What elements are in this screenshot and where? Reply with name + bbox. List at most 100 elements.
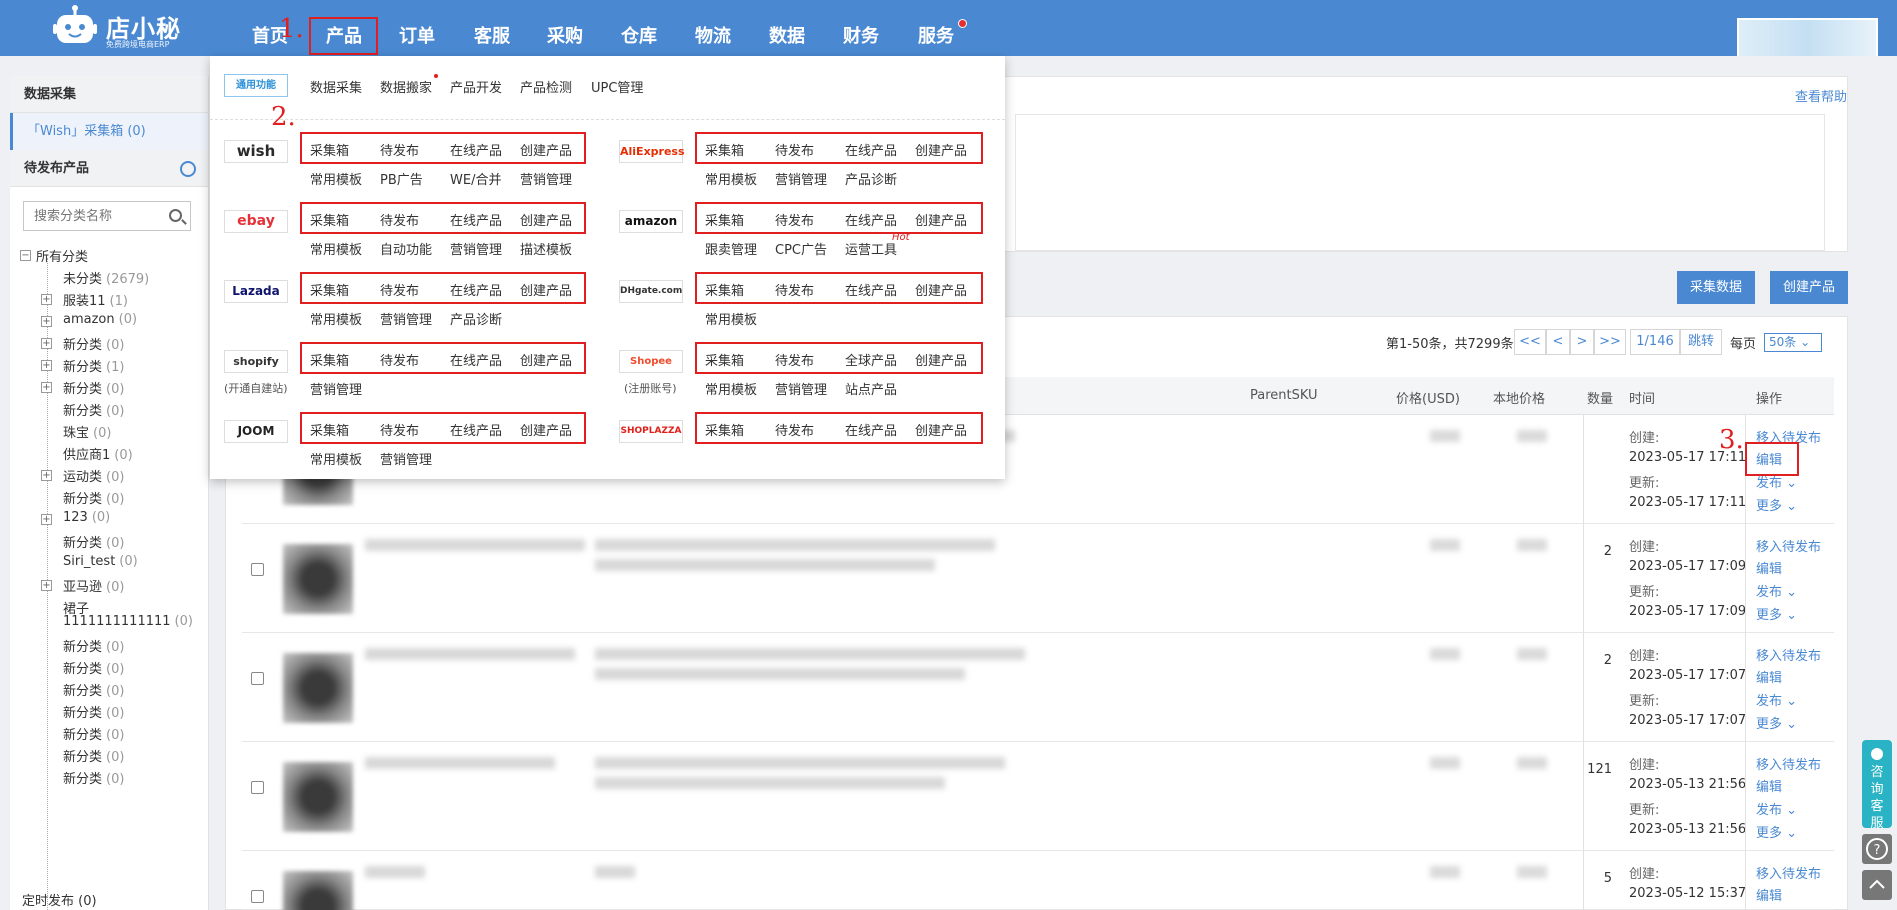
tree-item[interactable]: 新分类 (0): [63, 378, 124, 397]
row-checkbox[interactable]: [251, 672, 264, 685]
platform-main-link[interactable]: 创建产品: [520, 140, 572, 159]
platform-main-link[interactable]: 创建产品: [520, 420, 572, 439]
tree-item[interactable]: 新分类 (0): [63, 724, 124, 743]
row-checkbox[interactable]: [251, 781, 264, 794]
nav-orders[interactable]: 订单: [399, 22, 435, 48]
expand-icon[interactable]: +: [41, 470, 52, 481]
move-to-pending-link[interactable]: 移入待发布: [1756, 863, 1821, 882]
platform-main-link[interactable]: 待发布: [775, 350, 814, 369]
nav-finance[interactable]: 财务: [843, 22, 879, 48]
platform-main-link[interactable]: 采集箱: [310, 350, 349, 369]
platform-main-link[interactable]: 创建产品: [520, 350, 572, 369]
tree-item[interactable]: 珠宝 (0): [63, 422, 111, 441]
platform-sub-link[interactable]: 常用模板: [310, 239, 362, 258]
expand-icon[interactable]: +: [41, 294, 52, 305]
platform-main-link[interactable]: 待发布: [775, 280, 814, 299]
platform-main-link[interactable]: 在线产品: [845, 280, 897, 299]
tree-item[interactable]: 新分类 (0): [63, 400, 124, 419]
platform-sub-link[interactable]: 运营工具: [845, 239, 897, 258]
platform-sub-link[interactable]: PB广告: [380, 169, 423, 188]
tree-item[interactable]: Siri_test (0): [63, 554, 138, 569]
product-thumbnail[interactable]: [283, 653, 353, 723]
tree-item[interactable]: 新分类 (0): [63, 746, 124, 765]
tree-item[interactable]: amazon (0): [63, 312, 137, 327]
platform-sub-link[interactable]: 常用模板: [310, 449, 362, 468]
collect-data-button[interactable]: 采集数据: [1677, 271, 1755, 304]
tree-item[interactable]: 新分类 (0): [63, 680, 124, 699]
per-page-select[interactable]: 50条 ⌄: [1764, 333, 1822, 352]
platform-sub-link[interactable]: WE/合并: [450, 169, 501, 188]
tree-item[interactable]: 服装11 (1): [63, 290, 128, 309]
move-to-pending-link[interactable]: 移入待发布: [1756, 754, 1821, 773]
platform-main-link[interactable]: 创建产品: [520, 280, 572, 299]
expand-icon[interactable]: +: [41, 514, 52, 525]
more-dropdown[interactable]: 更多 ⌄: [1756, 822, 1797, 841]
help-link[interactable]: 查看帮助: [1795, 86, 1847, 105]
tree-item[interactable]: 运动类 (0): [63, 466, 124, 485]
platform-sub-link[interactable]: 跟卖管理: [705, 239, 757, 258]
sidebar-item-wish-collect[interactable]: 「Wish」采集箱 (0): [10, 113, 208, 150]
pager-last[interactable]: >>: [1594, 329, 1626, 355]
platform-sub-link[interactable]: 营销管理: [775, 379, 827, 398]
tree-item[interactable]: 未分类 (2679): [63, 268, 149, 287]
platform-main-link[interactable]: 采集箱: [705, 420, 744, 439]
tree-item[interactable]: 新分类 (0): [63, 334, 124, 353]
tree-item[interactable]: 新分类 (0): [63, 658, 124, 677]
nav-data[interactable]: 数据: [769, 22, 805, 48]
platform-main-link[interactable]: 待发布: [380, 280, 419, 299]
create-product-button[interactable]: 创建产品: [1770, 271, 1848, 304]
more-dropdown[interactable]: 更多 ⌄: [1756, 604, 1797, 623]
nav-service[interactable]: 客服: [474, 22, 510, 48]
platform-main-link[interactable]: 全球产品: [845, 350, 897, 369]
pager-next[interactable]: >: [1570, 329, 1594, 355]
tree-item[interactable]: 123 (0): [63, 510, 110, 525]
pager-prev[interactable]: <: [1546, 329, 1570, 355]
collapse-icon[interactable]: −: [20, 250, 31, 261]
platform-main-link[interactable]: 创建产品: [915, 420, 967, 439]
category-search-input[interactable]: [24, 202, 154, 230]
tree-item[interactable]: 所有分类: [36, 246, 92, 265]
platform-main-link[interactable]: 待发布: [380, 140, 419, 159]
platform-main-link[interactable]: 待发布: [775, 210, 814, 229]
platform-main-link[interactable]: 待发布: [775, 140, 814, 159]
platform-main-link[interactable]: 待发布: [380, 210, 419, 229]
move-to-pending-link[interactable]: 移入待发布: [1756, 536, 1821, 555]
product-thumbnail[interactable]: [283, 762, 353, 832]
edit-link[interactable]: 编辑: [1756, 667, 1782, 686]
platform-main-link[interactable]: 待发布: [380, 420, 419, 439]
user-account-box[interactable]: [1737, 18, 1878, 56]
platform-sub-link[interactable]: 营销管理: [775, 169, 827, 188]
search-icon[interactable]: [169, 209, 182, 222]
platform-main-link[interactable]: 采集箱: [310, 210, 349, 229]
platform-sub-link[interactable]: 描述模板: [520, 239, 572, 258]
row-checkbox[interactable]: [251, 563, 264, 576]
help-question-icon[interactable]: ?: [1862, 834, 1892, 864]
platform-main-link[interactable]: 在线产品: [450, 420, 502, 439]
expand-icon[interactable]: +: [41, 316, 52, 327]
expand-icon[interactable]: +: [41, 580, 52, 591]
product-thumbnail[interactable]: [283, 871, 353, 910]
tree-item[interactable]: 亚马逊 (0): [63, 576, 124, 595]
publish-dropdown[interactable]: 发布 ⌄: [1756, 581, 1797, 600]
more-dropdown[interactable]: 更多 ⌄: [1756, 713, 1797, 732]
platform-sub-link[interactable]: CPC广告: [775, 239, 827, 258]
pager-jump[interactable]: 跳转: [1680, 329, 1722, 355]
platform-sub-link[interactable]: 营销管理: [520, 169, 572, 188]
tree-item[interactable]: 1111111111111 (0): [63, 614, 193, 629]
more-dropdown[interactable]: 更多 ⌄: [1756, 495, 1797, 514]
tree-item[interactable]: 新分类 (0): [63, 488, 124, 507]
platform-main-link[interactable]: 创建产品: [915, 280, 967, 299]
publish-dropdown[interactable]: 发布 ⌄: [1756, 799, 1797, 818]
edit-link[interactable]: 编辑: [1756, 558, 1782, 577]
expand-icon[interactable]: +: [41, 338, 52, 349]
platform-main-link[interactable]: 创建产品: [915, 210, 967, 229]
platform-main-link[interactable]: 待发布: [775, 420, 814, 439]
link-data-move[interactable]: 数据搬家: [380, 77, 432, 96]
platform-sub-link[interactable]: 产品诊断: [845, 169, 897, 188]
platform-main-link[interactable]: 采集箱: [310, 280, 349, 299]
platform-main-link[interactable]: 采集箱: [310, 140, 349, 159]
gear-icon[interactable]: [180, 161, 196, 177]
link-product-check[interactable]: 产品检测: [520, 77, 572, 96]
expand-icon[interactable]: +: [41, 382, 52, 393]
platform-main-link[interactable]: 在线产品: [450, 140, 502, 159]
